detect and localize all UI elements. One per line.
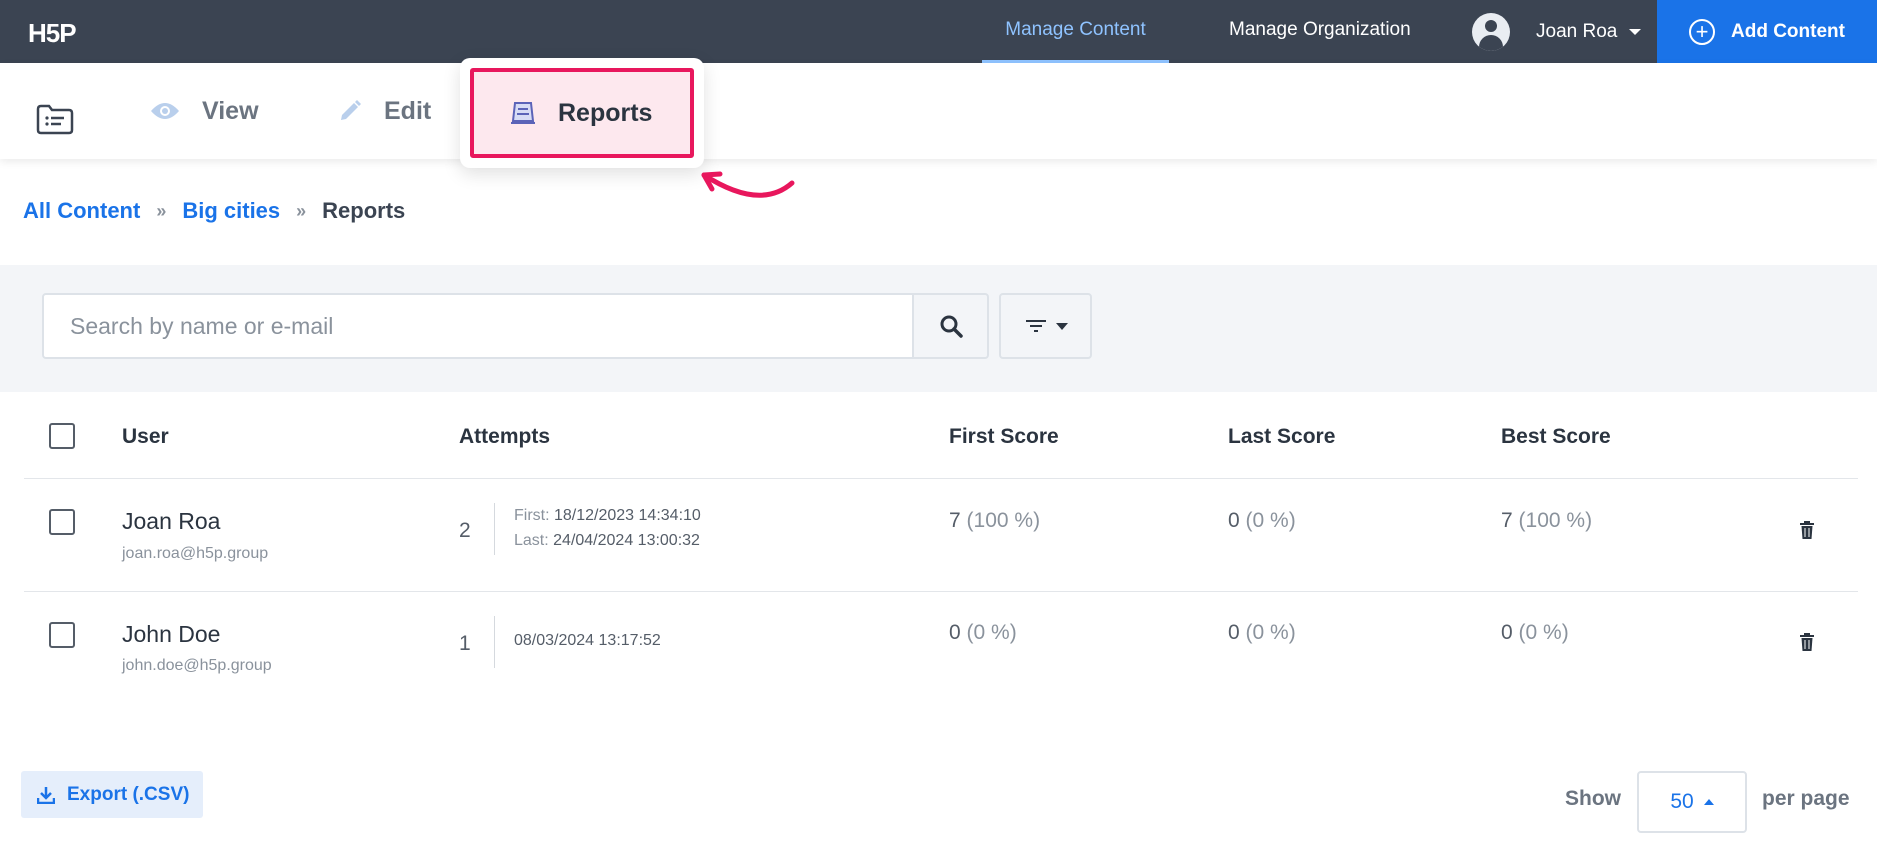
user-name: Joan Roa <box>1536 20 1618 42</box>
search-toolbar <box>0 265 1877 392</box>
tab-reports[interactable]: Reports <box>470 68 694 158</box>
add-content-button[interactable]: + Add Content <box>1657 0 1877 63</box>
last-score-value: 0 <box>1228 621 1240 644</box>
curved-arrow-pointer <box>701 171 795 198</box>
first-score-percent: (0 %) <box>966 621 1017 644</box>
show-label: Show <box>1565 787 1621 810</box>
column-header-user[interactable]: User <box>122 425 169 449</box>
first-attempt-value: 18/12/2023 14:34:10 <box>554 507 701 524</box>
attempt-count: 1 <box>459 632 471 655</box>
tab-edit[interactable]: Edit <box>338 63 431 159</box>
attempt-divider <box>494 616 495 668</box>
user-email: john.doe@h5p.group <box>122 657 272 674</box>
breadcrumb: All Content » Big cities » Reports <box>23 198 405 224</box>
plus-circle-icon: + <box>1689 18 1715 45</box>
h5p-logo[interactable]: H5P <box>28 18 77 49</box>
tab-view-label: View <box>202 96 259 125</box>
user-email: joan.roa@h5p.group <box>122 545 269 562</box>
breadcrumb-separator: » <box>156 200 167 221</box>
best-score-percent: (0 %) <box>1518 621 1569 644</box>
attempt-date: 08/03/2024 13:17:52 <box>514 632 661 649</box>
breadcrumb-current: Reports <box>322 198 406 223</box>
breadcrumb-all-content[interactable]: All Content <box>23 198 140 224</box>
folder-list-icon[interactable] <box>36 103 74 135</box>
column-header-first-score[interactable]: First Score <box>949 425 1059 449</box>
last-score: 0 (0 %) <box>1228 621 1296 645</box>
last-attempt-label: Last: <box>514 532 549 549</box>
search-input[interactable] <box>42 293 914 359</box>
avatar-icon <box>1472 12 1510 51</box>
first-score-percent: (100 %) <box>966 509 1041 532</box>
first-score-value: 7 <box>949 509 961 532</box>
attempt-divider <box>494 503 495 555</box>
column-header-last-score[interactable]: Last Score <box>1228 425 1335 449</box>
best-score: 0 (0 %) <box>1501 621 1569 645</box>
chevron-down-icon <box>1629 28 1642 35</box>
per-page-select[interactable]: 50 <box>1637 771 1747 833</box>
best-score-value: 7 <box>1501 509 1513 532</box>
tab-edit-label: Edit <box>384 96 432 125</box>
last-score-value: 0 <box>1228 509 1240 532</box>
last-attempt-date: Last: 24/04/2024 13:00:32 <box>514 532 700 550</box>
first-attempt-date: First: 18/12/2023 14:34:10 <box>514 507 701 525</box>
export-csv-label: Export (.CSV) <box>67 783 190 805</box>
top-navigation: H5P Manage Content Manage Organization J… <box>0 0 1877 63</box>
column-header-attempts[interactable]: Attempts <box>459 425 550 449</box>
last-attempt-value: 24/04/2024 13:00:32 <box>553 532 700 549</box>
best-score-percent: (100 %) <box>1518 509 1593 532</box>
first-attempt-label: First: <box>514 507 550 524</box>
breadcrumb-separator: » <box>296 200 307 221</box>
row-checkbox[interactable] <box>49 509 75 535</box>
user-name: John Doe <box>122 621 221 647</box>
best-score-value: 0 <box>1501 621 1513 644</box>
tab-view[interactable]: View <box>150 63 259 159</box>
nav-manage-content[interactable]: Manage Content <box>982 0 1169 63</box>
per-page-value: 50 <box>1670 790 1694 813</box>
last-score-percent: (0 %) <box>1245 621 1296 644</box>
search-icon <box>940 315 963 338</box>
per-page-label: per page <box>1762 787 1850 810</box>
chevron-up-icon <box>1703 799 1714 805</box>
row-checkbox[interactable] <box>49 622 75 648</box>
best-score: 7 (100 %) <box>1501 509 1592 533</box>
breadcrumb-big-cities[interactable]: Big cities <box>182 198 280 224</box>
first-score-value: 0 <box>949 621 961 644</box>
user-name: Joan Roa <box>122 508 221 534</box>
header-divider <box>24 478 1858 479</box>
report-icon <box>511 102 535 124</box>
last-score: 0 (0 %) <box>1228 509 1296 533</box>
eye-icon <box>151 103 179 119</box>
filter-icon <box>1025 320 1046 332</box>
user-menu[interactable]: Joan Roa <box>1472 0 1642 63</box>
select-all-checkbox[interactable] <box>49 423 75 449</box>
trash-icon[interactable] <box>1799 521 1815 539</box>
nav-manage-organization[interactable]: Manage Organization <box>1229 0 1411 63</box>
first-score: 7 (100 %) <box>949 509 1040 533</box>
export-csv-button[interactable]: Export (.CSV) <box>21 771 203 818</box>
add-content-label: Add Content <box>1731 20 1845 42</box>
filter-button[interactable] <box>999 293 1092 359</box>
attempt-count: 2 <box>459 519 471 542</box>
pencil-icon <box>341 100 361 120</box>
trash-icon[interactable] <box>1799 633 1815 651</box>
chevron-down-icon <box>1055 322 1068 330</box>
download-icon <box>37 786 55 804</box>
row-divider <box>24 591 1858 592</box>
search-button[interactable] <box>912 293 989 359</box>
content-tab-bar: View Edit <box>0 63 1877 159</box>
first-score: 0 (0 %) <box>949 621 1017 645</box>
tab-reports-label: Reports <box>558 98 653 127</box>
last-score-percent: (0 %) <box>1245 509 1296 532</box>
column-header-best-score[interactable]: Best Score <box>1501 425 1611 449</box>
